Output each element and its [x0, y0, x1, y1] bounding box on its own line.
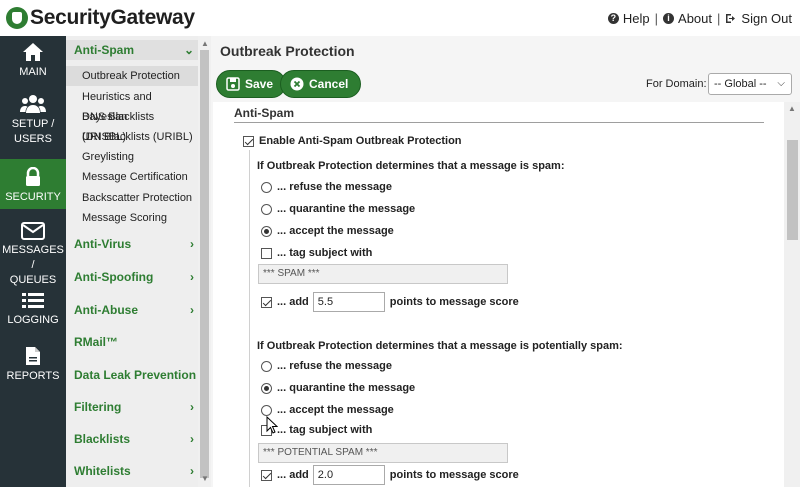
subnav-section-data-leak-prevention[interactable]: Data Leak Prevention: [66, 365, 198, 385]
users-icon: [20, 95, 46, 113]
logo[interactable]: SecurityGateway: [6, 6, 195, 30]
top-header: SecurityGateway ? Help | i About | Sign …: [0, 0, 800, 36]
divider: [234, 122, 764, 123]
enable-outbreak-row: Enable Anti-Spam Outbreak Protection: [243, 134, 462, 148]
subnav-item-outbreak-protection[interactable]: Outbreak Protection: [66, 66, 198, 86]
cancel-button[interactable]: Cancel: [280, 70, 362, 98]
potential-option-refuse[interactable]: ... refuse the message: [261, 359, 392, 373]
spam-option-refuse[interactable]: ... refuse the message: [261, 180, 392, 194]
subnav-section-anti-spoofing[interactable]: Anti-Spoofing ›: [66, 267, 198, 287]
subnav-item-greylisting[interactable]: Greylisting: [66, 147, 198, 167]
lock-icon: [26, 167, 40, 186]
separator: |: [717, 11, 721, 26]
nav-item-security[interactable]: SECURITY: [0, 159, 66, 209]
group-title: Anti-Spam: [234, 106, 294, 120]
chevron-right-icon: ›: [190, 400, 194, 414]
spam-tag-checkbox[interactable]: [261, 247, 272, 259]
scrollbar-thumb[interactable]: [200, 50, 209, 478]
separator: |: [654, 11, 659, 26]
radio-quarantine[interactable]: [261, 203, 272, 215]
save-button[interactable]: Save: [216, 70, 287, 98]
chevron-right-icon: ›: [190, 432, 194, 446]
subnav-item-message-scoring[interactable]: Message Scoring: [66, 208, 198, 228]
radio-accept[interactable]: [261, 404, 272, 416]
sign-out-icon: [726, 14, 736, 23]
main-panel: Outbreak Protection Save Cancel For Doma…: [211, 36, 800, 487]
spam-tag-input[interactable]: *** SPAM ***: [258, 264, 508, 284]
scroll-up-arrow-icon[interactable]: ▲: [201, 39, 209, 48]
spam-option-accept[interactable]: ... accept the message: [261, 224, 394, 238]
subnav-section-anti-spam[interactable]: Anti-Spam ⌄: [66, 40, 198, 60]
settings-content: Anti-Spam Enable Anti-Spam Outbreak Prot…: [213, 102, 784, 487]
scroll-down-arrow-icon[interactable]: ▼: [201, 474, 209, 483]
spam-add-row: ... add 5.5 points to message score: [261, 292, 519, 312]
subnav-section-anti-virus[interactable]: Anti-Virus ›: [66, 234, 198, 254]
page-title: Outbreak Protection: [220, 43, 355, 59]
subnav-section-blacklists[interactable]: Blacklists ›: [66, 429, 198, 449]
info-icon: i: [663, 13, 675, 24]
spam-heading: If Outbreak Protection determines that a…: [257, 160, 565, 172]
radio-refuse[interactable]: [261, 360, 272, 372]
potential-spam-heading: If Outbreak Protection determines that a…: [257, 340, 623, 352]
nav-item-messages-queues[interactable]: MESSAGES / QUEUES: [0, 222, 66, 286]
subnav-scrollbar[interactable]: ▲ ▼: [198, 36, 211, 487]
potential-option-accept[interactable]: ... accept the message: [261, 403, 394, 417]
indent-line: [249, 150, 250, 487]
close-circle-icon: [290, 77, 304, 91]
help-link[interactable]: ? Help: [607, 11, 650, 26]
list-icon: [22, 293, 44, 308]
subnav-section-filtering[interactable]: Filtering ›: [66, 397, 198, 417]
content-scrollbar[interactable]: ▲: [784, 102, 800, 487]
subnav-item-uribl[interactable]: URI Blacklists (URIBL): [66, 127, 198, 147]
chevron-down-icon: ⌵: [777, 78, 785, 89]
chevron-right-icon: ›: [190, 270, 194, 284]
chevron-right-icon: ›: [190, 303, 194, 317]
spam-add-checkbox[interactable]: [261, 296, 272, 308]
mouse-cursor-icon: [266, 416, 278, 434]
subnav-item-backscatter[interactable]: Backscatter Protection: [66, 188, 198, 208]
chevron-right-icon: ›: [190, 237, 194, 251]
nav-item-setup-users[interactable]: SETUP / USERS: [0, 94, 66, 152]
nav-item-reports[interactable]: REPORTS: [0, 346, 66, 388]
subnav-section-rmail[interactable]: RMail™: [66, 332, 198, 352]
sign-out-link[interactable]: Sign Out: [725, 11, 792, 26]
left-nav: MAIN SETUP / USERS SECURITY MESSAGES / Q…: [0, 36, 66, 487]
about-link[interactable]: i About: [663, 11, 712, 26]
enable-outbreak-checkbox[interactable]: [243, 135, 254, 147]
help-icon: ?: [607, 13, 619, 24]
radio-quarantine[interactable]: [261, 382, 272, 394]
shield-logo-icon: [6, 7, 28, 29]
spam-tag-row: ... tag subject with: [261, 246, 372, 260]
home-icon: [23, 43, 43, 61]
scroll-up-arrow-icon[interactable]: ▲: [788, 104, 796, 113]
radio-refuse[interactable]: [261, 181, 272, 193]
potential-score-input[interactable]: 2.0: [312, 465, 385, 485]
chevron-down-icon: ⌄: [183, 43, 194, 57]
subnav-section-whitelists[interactable]: Whitelists ›: [66, 461, 198, 481]
nav-item-logging[interactable]: LOGGING: [0, 292, 66, 334]
logo-text: SecurityGateway: [30, 6, 195, 29]
subnav-item-dnsbl[interactable]: DNS Blacklists (DNSBL): [66, 107, 198, 143]
potential-option-quarantine[interactable]: ... quarantine the message: [261, 381, 415, 395]
subnav-section-anti-abuse[interactable]: Anti-Abuse ›: [66, 300, 198, 320]
potential-add-row: ... add 2.0 points to message score: [261, 465, 519, 485]
domain-select[interactable]: -- Global -- ⌵: [708, 73, 792, 95]
radio-accept[interactable]: [261, 225, 272, 237]
report-icon: [26, 347, 40, 365]
chevron-right-icon: ›: [190, 464, 194, 478]
spam-score-input[interactable]: 5.5: [312, 292, 385, 312]
subnav-item-heuristics[interactable]: Heuristics and Bayesian: [66, 87, 198, 123]
scrollbar-thumb[interactable]: [787, 140, 798, 240]
envelope-icon: [21, 222, 45, 240]
nav-item-main[interactable]: MAIN: [0, 42, 66, 88]
potential-add-checkbox[interactable]: [261, 469, 272, 481]
domain-label: For Domain:: [646, 78, 707, 90]
header-links: ? Help | i About | Sign Out: [607, 11, 792, 26]
subnav-item-message-certification[interactable]: Message Certification: [66, 167, 198, 187]
floppy-disk-icon: [226, 77, 240, 91]
potential-tag-input[interactable]: *** POTENTIAL SPAM ***: [258, 443, 508, 463]
spam-option-quarantine[interactable]: ... quarantine the message: [261, 202, 415, 216]
